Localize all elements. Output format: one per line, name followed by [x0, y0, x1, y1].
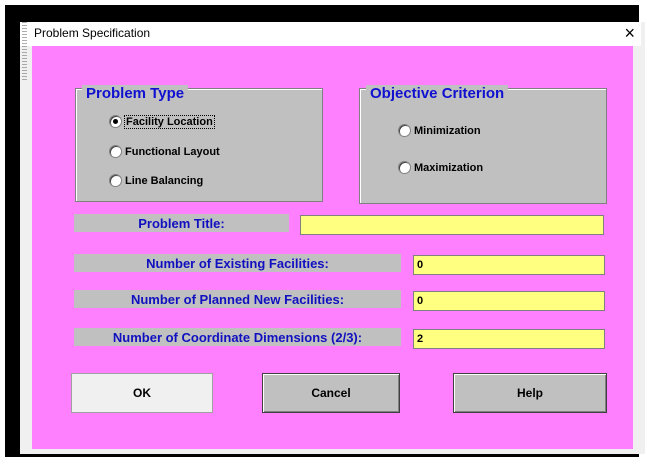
objective-criterion-group: Objective Criterion Minimization Maximiz…	[359, 85, 607, 204]
problem-type-title: Problem Type	[82, 85, 189, 102]
radio-label: Functional Layout	[125, 145, 220, 158]
existing-facilities-input[interactable]: 0	[413, 255, 605, 275]
window-title: Problem Specification	[34, 26, 151, 40]
planned-facilities-input[interactable]: 0	[413, 291, 605, 311]
radio-icon[interactable]	[109, 174, 122, 187]
help-button[interactable]: Help	[453, 373, 607, 413]
radio-maximization[interactable]: Maximization	[398, 161, 483, 174]
radio-label: Facility Location	[124, 114, 215, 129]
radio-label: Maximization	[414, 161, 484, 174]
problem-title-input[interactable]	[300, 215, 604, 235]
coordinate-dimensions-input[interactable]: 2	[413, 329, 605, 349]
title-bar[interactable]: Problem Specification ×	[20, 22, 641, 82]
existing-facilities-label: Number of Existing Facilities:	[74, 254, 401, 272]
radio-minimization[interactable]: Minimization	[398, 124, 481, 137]
problem-type-group: Problem Type Facility Location Functiona…	[75, 85, 323, 202]
coordinate-dimensions-label: Number of Coordinate Dimensions (2/3):	[74, 328, 401, 346]
problem-title-label: Problem Title:	[74, 214, 289, 232]
dialog-client: Problem Type Facility Location Functiona…	[32, 46, 633, 449]
objective-criterion-title: Objective Criterion	[366, 85, 509, 102]
radio-icon[interactable]	[398, 161, 411, 174]
radio-selected-icon[interactable]	[109, 115, 122, 128]
close-icon[interactable]: ×	[624, 23, 635, 43]
radio-label: Line Balancing	[125, 174, 204, 187]
radio-icon[interactable]	[398, 124, 411, 137]
dialog-window: Problem Specification × Problem Type Fac…	[20, 22, 645, 454]
radio-label: Minimization	[414, 124, 481, 137]
radio-line-balancing[interactable]: Line Balancing	[109, 174, 203, 187]
radio-facility-location[interactable]: Facility Location	[109, 114, 215, 129]
cancel-button[interactable]: Cancel	[262, 373, 400, 413]
radio-icon[interactable]	[109, 145, 122, 158]
radio-functional-layout[interactable]: Functional Layout	[109, 145, 220, 158]
grip-handle	[22, 22, 27, 82]
planned-facilities-label: Number of Planned New Facilities:	[74, 290, 401, 308]
ok-button[interactable]: OK	[71, 373, 213, 413]
